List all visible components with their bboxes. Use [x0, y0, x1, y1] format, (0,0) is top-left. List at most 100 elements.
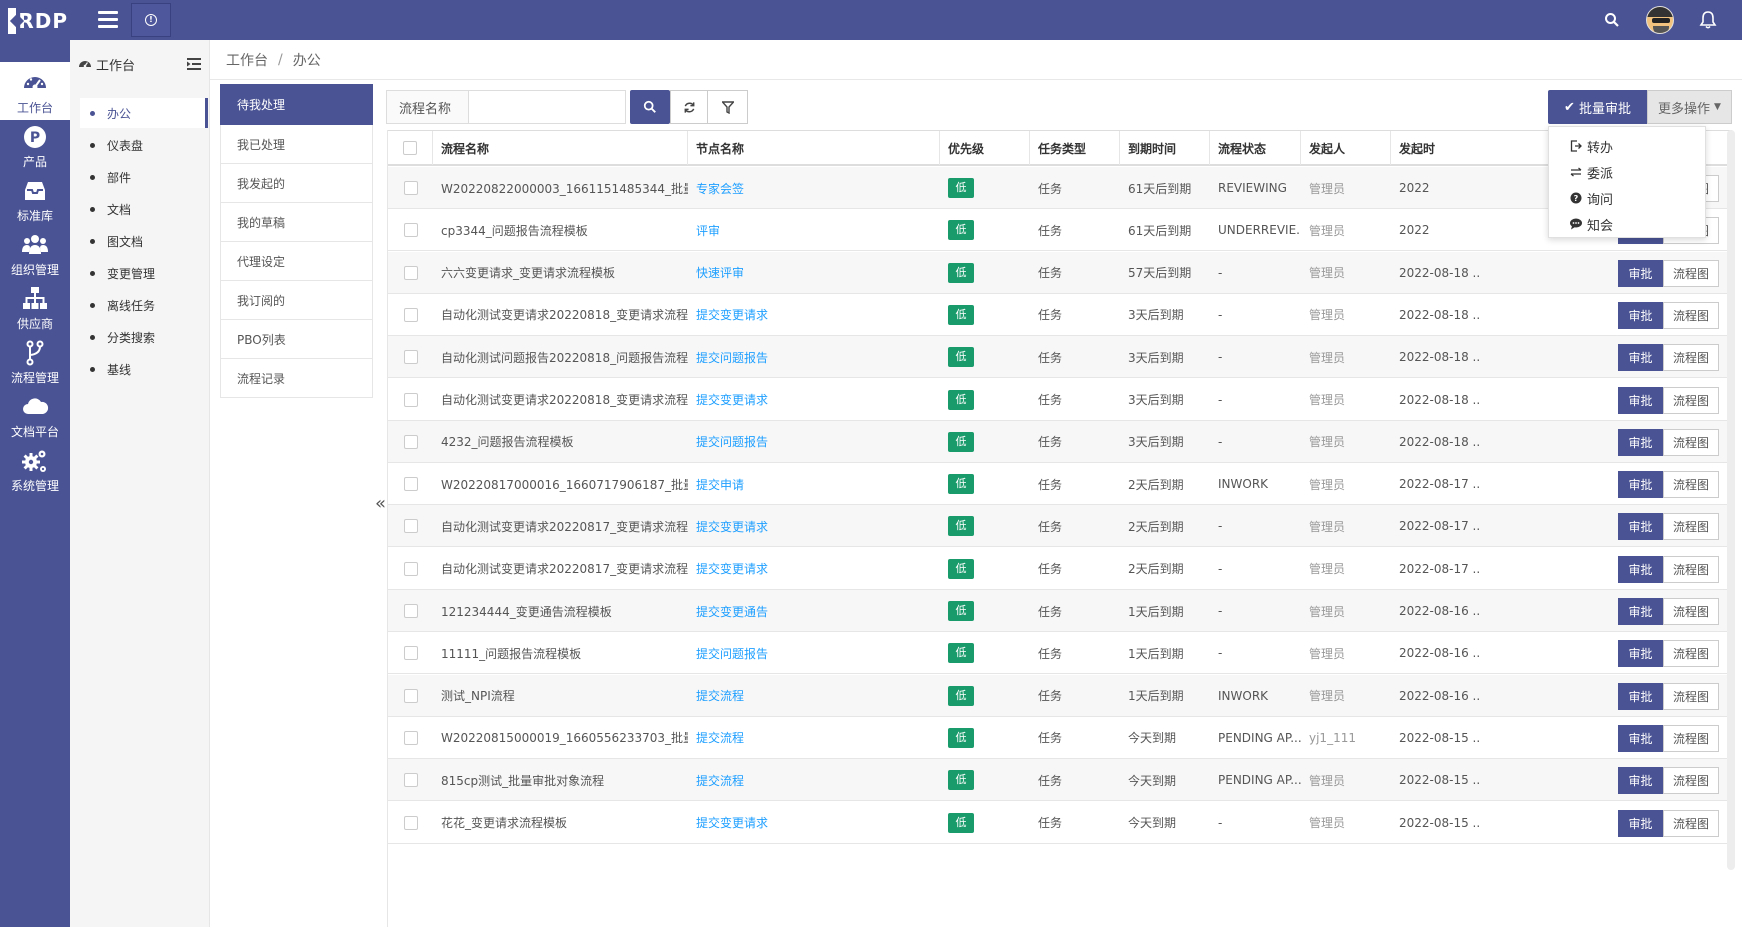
- row-checkbox[interactable]: [403, 434, 418, 449]
- node-name-link[interactable]: 提交问题报告: [688, 421, 940, 463]
- nav-item-product[interactable]: P 产品: [0, 116, 70, 174]
- subnav-item-category-search[interactable]: 分类搜索: [80, 322, 208, 352]
- row-checkbox[interactable]: [403, 350, 418, 365]
- flow-chart-button[interactable]: 流程图: [1663, 809, 1719, 837]
- flow-chart-button[interactable]: 流程图: [1663, 598, 1719, 625]
- tab-processed[interactable]: 我已处理: [220, 125, 373, 164]
- row-checkbox[interactable]: [403, 307, 418, 322]
- approve-button[interactable]: 审批: [1618, 724, 1663, 752]
- nav-item-org[interactable]: 组织管理: [0, 224, 70, 282]
- tab-drafts[interactable]: 我的草稿: [220, 203, 373, 242]
- node-name-link[interactable]: 提交问题报告: [688, 336, 940, 378]
- flow-chart-button[interactable]: 流程图: [1663, 344, 1719, 372]
- approve-button[interactable]: 审批: [1618, 767, 1663, 795]
- tab-initiated[interactable]: 我发起的: [220, 164, 373, 203]
- node-name-link[interactable]: 提交流程: [688, 717, 940, 759]
- flow-chart-button[interactable]: 流程图: [1663, 513, 1719, 541]
- flow-chart-button[interactable]: 流程图: [1663, 640, 1719, 668]
- row-checkbox[interactable]: [403, 815, 418, 830]
- nav-item-docs[interactable]: 文档平台: [0, 386, 70, 444]
- row-checkbox[interactable]: [403, 730, 418, 745]
- column-header[interactable]: 节点名称: [688, 131, 940, 165]
- table-row[interactable]: 自动化测试变更请求20220817_变更请求流程模板 提交变更请求低 任务 2天后到期…: [388, 505, 1732, 548]
- node-name-link[interactable]: 提交流程: [688, 759, 940, 801]
- flow-chart-button[interactable]: 流程图: [1663, 767, 1719, 795]
- subnav-item-office[interactable]: 办公: [80, 98, 208, 128]
- subnav-item-documents[interactable]: 文档: [80, 194, 208, 224]
- flow-chart-button[interactable]: 流程图: [1663, 471, 1719, 499]
- approve-button[interactable]: 审批: [1618, 301, 1663, 329]
- select-all-checkbox[interactable]: [403, 141, 417, 155]
- table-row[interactable]: 815cp测试_批量审批对象流程 提交流程低 任务 今天到期 PENDING AP...…: [388, 759, 1732, 802]
- column-header[interactable]: 任务类型: [1030, 131, 1120, 165]
- menu-item-notify[interactable]: 知会: [1549, 211, 1705, 237]
- node-name-link[interactable]: 提交流程: [688, 675, 940, 717]
- node-name-link[interactable]: 提交申请: [688, 463, 940, 505]
- breadcrumb-root[interactable]: 工作台: [226, 50, 268, 70]
- table-row[interactable]: W20220815000019_1660556233703_批量审...提交流程…: [388, 717, 1732, 759]
- table-row[interactable]: W20220822000003_1661151485344_批量审...专家会签…: [388, 167, 1732, 209]
- column-header[interactable]: 到期时间: [1120, 131, 1210, 165]
- row-checkbox[interactable]: [403, 519, 418, 534]
- table-scrollbar[interactable]: [1727, 130, 1735, 870]
- column-header[interactable]: 流程状态: [1210, 131, 1301, 165]
- approve-button[interactable]: 审批: [1618, 640, 1663, 668]
- row-checkbox[interactable]: [403, 688, 418, 703]
- flow-chart-button[interactable]: 流程图: [1663, 724, 1719, 752]
- subnav-item-change-mgmt[interactable]: 变更管理: [80, 258, 208, 288]
- process-name-input[interactable]: [468, 90, 626, 124]
- table-row[interactable]: 自动化测试变更请求20220818_变更请求流程模板 提交变更请求低 任务 3天后到期…: [388, 379, 1732, 421]
- approve-button[interactable]: 审批: [1618, 513, 1663, 541]
- column-header[interactable]: 发起时: [1391, 131, 1481, 165]
- approve-button[interactable]: 审批: [1618, 428, 1663, 456]
- tab-pending[interactable]: 待我处理: [220, 84, 373, 125]
- node-name-link[interactable]: 提交变更通告: [688, 590, 940, 632]
- subnav-item-baseline[interactable]: 基线: [80, 354, 208, 384]
- subnav-item-parts[interactable]: 部件: [80, 162, 208, 192]
- menu-item-inquire[interactable]: ? 询问: [1549, 185, 1705, 211]
- row-checkbox[interactable]: [403, 604, 418, 618]
- flow-chart-button[interactable]: 流程图: [1663, 301, 1719, 329]
- row-checkbox[interactable]: [403, 181, 418, 195]
- node-name-link[interactable]: 评审: [688, 209, 940, 251]
- approve-button[interactable]: 审批: [1618, 471, 1663, 499]
- approve-button[interactable]: 审批: [1618, 555, 1663, 583]
- row-checkbox[interactable]: [403, 477, 418, 492]
- column-header[interactable]: 优先级: [940, 131, 1030, 165]
- approve-button[interactable]: 审批: [1618, 259, 1663, 287]
- row-checkbox[interactable]: [403, 561, 418, 576]
- nav-item-process[interactable]: 流程管理: [0, 332, 70, 390]
- table-row[interactable]: 花花_变更请求流程模板 提交变更请求低 任务 今天到期 - 管理员 2022-08-15 .…: [388, 802, 1732, 844]
- flow-chart-button[interactable]: 流程图: [1663, 682, 1719, 710]
- table-row[interactable]: 测试_NPI流程 提交流程低 任务 1天后到期 INWORK 管理员 2022-08-16 …: [388, 674, 1732, 717]
- node-name-link[interactable]: 提交变更请求: [688, 379, 940, 421]
- collapse-menu-icon[interactable]: [187, 58, 201, 70]
- more-actions-button[interactable]: 更多操作 ▼: [1647, 90, 1732, 124]
- approve-button[interactable]: 审批: [1618, 386, 1663, 414]
- table-row[interactable]: 自动化测试变更请求20220818_变更请求流程模板 提交变更请求低 任务 3天后到期…: [388, 294, 1732, 336]
- row-checkbox[interactable]: [403, 773, 418, 788]
- nav-item-workbench[interactable]: 工作台: [0, 62, 70, 120]
- app-logo[interactable]: RDP: [8, 6, 68, 36]
- approve-button[interactable]: 审批: [1618, 682, 1663, 710]
- tab-process-log[interactable]: 流程记录: [220, 359, 373, 398]
- subnav-item-offline-tasks[interactable]: 离线任务: [80, 290, 208, 320]
- avatar[interactable]: [1646, 6, 1674, 34]
- flow-chart-button[interactable]: 流程图: [1663, 386, 1719, 414]
- search-icon[interactable]: [1604, 12, 1620, 28]
- refresh-button[interactable]: [670, 90, 708, 124]
- menu-item-transfer[interactable]: 转办: [1549, 133, 1705, 159]
- table-row[interactable]: 自动化测试变更请求20220817_变更请求流程模板 提交变更请求低 任务 2天后到期…: [388, 548, 1732, 590]
- row-checkbox[interactable]: [403, 265, 418, 280]
- row-checkbox[interactable]: [403, 223, 418, 238]
- collapse-panel-icon[interactable]: «: [375, 493, 386, 514]
- node-name-link[interactable]: 提交变更请求: [688, 294, 940, 336]
- table-row[interactable]: W20220817000016_1660717906187_批量审...提交申请…: [388, 463, 1732, 506]
- info-button[interactable]: !: [131, 3, 171, 37]
- node-name-link[interactable]: 提交问题报告: [688, 632, 940, 674]
- search-button[interactable]: [630, 90, 670, 124]
- table-row[interactable]: cp3344_问题报告流程模板 评审低 任务 61天后到期 UNDERREVIE... 管…: [388, 209, 1732, 252]
- flow-chart-button[interactable]: 流程图: [1663, 259, 1719, 287]
- node-name-link[interactable]: 提交变更请求: [688, 802, 940, 844]
- approve-button[interactable]: 审批: [1618, 809, 1663, 837]
